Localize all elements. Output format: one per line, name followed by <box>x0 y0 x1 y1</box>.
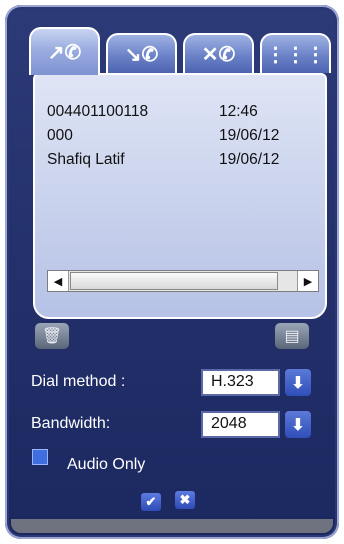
audio-only-label: Audio Only <box>67 456 146 473</box>
bottom-strip <box>11 519 333 533</box>
list-item[interactable]: 000 19/06/12 <box>47 127 317 151</box>
call-time: 12:46 <box>219 103 258 120</box>
call-time: 19/06/12 <box>219 151 280 168</box>
tab-incoming-calls[interactable]: ↘✆ <box>106 33 177 73</box>
horizontal-scrollbar[interactable]: ◀ ▶ <box>47 270 319 292</box>
phonebook-button[interactable]: ▤ <box>275 323 309 349</box>
scroll-thumb[interactable] <box>70 272 278 290</box>
tab-bar: ↗✆ ↘✆ ✕✆ ⋮⋮⋮ <box>29 27 333 75</box>
arrow-down-icon: ⬇ <box>291 416 305 434</box>
phonebook-icon: ▤ <box>284 328 300 345</box>
tab-keypad[interactable]: ⋮⋮⋮ <box>260 33 331 73</box>
list-item[interactable]: Shafiq Latif 19/06/12 <box>47 151 317 175</box>
cancel-button[interactable]: ✖ <box>175 491 195 509</box>
call-number: 004401100118 <box>47 103 149 120</box>
tab-outgoing-calls[interactable]: ↗✆ <box>29 27 100 75</box>
call-list: 004401100118 12:46 000 19/06/12 Shafiq L… <box>47 103 317 175</box>
dial-method-select[interactable]: H.323 <box>201 369 280 396</box>
incoming-call-icon: ↘✆ <box>124 43 159 66</box>
arrow-down-icon: ⬇ <box>291 374 305 392</box>
list-item[interactable]: 004401100118 12:46 <box>47 103 317 127</box>
audio-only-checkbox[interactable] <box>32 449 48 465</box>
close-icon: ✖ <box>179 492 191 507</box>
bandwidth-label: Bandwidth: <box>31 415 111 432</box>
scroll-left-button[interactable]: ◀ <box>48 271 69 291</box>
call-time: 19/06/12 <box>219 127 280 144</box>
call-history-panel: 004401100118 12:46 000 19/06/12 Shafiq L… <box>33 73 327 319</box>
check-icon: ✔ <box>145 494 157 509</box>
tab-missed-calls[interactable]: ✕✆ <box>183 33 254 73</box>
call-window: ↗✆ ↘✆ ✕✆ ⋮⋮⋮ 004401100118 12:46 000 19/0… <box>5 5 339 539</box>
delete-button[interactable]: 🗑 <box>35 323 69 349</box>
missed-call-icon: ✕✆ <box>201 43 236 66</box>
outgoing-call-icon: ↗✆ <box>47 41 82 64</box>
bandwidth-dropdown-button[interactable]: ⬇ <box>285 411 311 438</box>
chevron-right-icon: ▶ <box>303 275 313 288</box>
keypad-icon: ⋮⋮⋮ <box>265 43 326 66</box>
bandwidth-select[interactable]: 2048 <box>201 411 280 438</box>
dial-method-dropdown-button[interactable]: ⬇ <box>285 369 311 396</box>
dial-method-label: Dial method : <box>31 373 126 390</box>
trash-icon: 🗑 <box>41 328 63 345</box>
confirm-button[interactable]: ✔ <box>141 493 161 511</box>
call-number: Shafiq Latif <box>47 151 125 168</box>
scroll-right-button[interactable]: ▶ <box>297 271 318 291</box>
chevron-left-icon: ◀ <box>53 275 63 288</box>
call-number: 000 <box>47 127 73 144</box>
